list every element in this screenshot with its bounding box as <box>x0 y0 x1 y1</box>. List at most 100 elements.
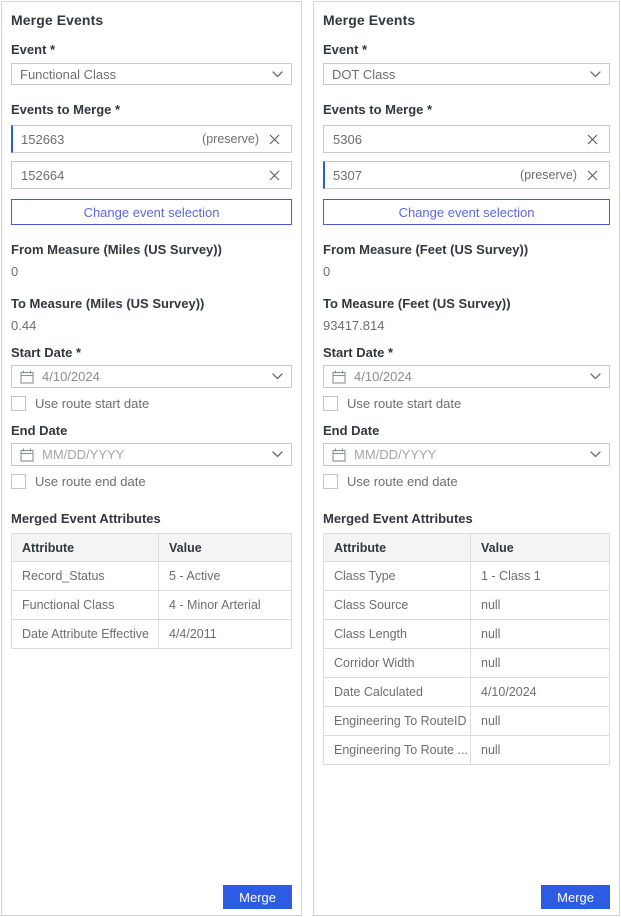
events-to-merge-label: Events to Merge * <box>11 102 292 117</box>
use-route-start-date-label: Use route start date <box>347 396 461 411</box>
table-header-row: Attribute Value <box>12 534 292 562</box>
use-route-start-date-label: Use route start date <box>35 396 149 411</box>
preserve-tag: (preserve) <box>520 168 577 182</box>
attribute-cell: Class Type <box>324 562 471 591</box>
attribute-cell: Class Length <box>324 620 471 649</box>
calendar-icon <box>20 448 34 462</box>
remove-event-icon[interactable] <box>266 167 282 183</box>
calendar-icon <box>332 370 346 384</box>
value-cell: null <box>471 649 610 678</box>
attribute-cell: Date Attribute Effective <box>12 620 159 649</box>
use-route-end-date-option[interactable]: Use route end date <box>11 474 292 489</box>
merge-events-workspace: Merge Events Event * Functional Class Ev… <box>0 0 621 917</box>
to-measure-label: To Measure (Feet (US Survey)) <box>323 296 610 311</box>
attribute-cell: Functional Class <box>12 591 159 620</box>
table-row: Date Calculated 4/10/2024 <box>324 678 610 707</box>
change-event-selection-button[interactable]: Change event selection <box>11 199 292 225</box>
use-route-end-date-option[interactable]: Use route end date <box>323 474 610 489</box>
chevron-down-icon <box>590 373 601 380</box>
merge-button[interactable]: Merge <box>223 885 292 909</box>
end-date-label: End Date <box>11 423 292 438</box>
value-cell: null <box>471 591 610 620</box>
table-row: Class Length null <box>324 620 610 649</box>
event-label: Event * <box>11 42 292 57</box>
attribute-cell: Class Source <box>324 591 471 620</box>
value-cell: 5 - Active <box>159 562 292 591</box>
end-date-input[interactable]: MM/DD/YYYY <box>323 443 610 466</box>
attribute-cell: Corridor Width <box>324 649 471 678</box>
column-header-value: Value <box>159 534 292 562</box>
use-route-start-date-checkbox[interactable] <box>323 396 338 411</box>
chevron-down-icon <box>590 451 601 458</box>
calendar-icon <box>332 448 346 462</box>
remove-event-icon[interactable] <box>266 131 282 147</box>
value-cell: null <box>471 707 610 736</box>
page-title: Merge Events <box>323 12 610 28</box>
chevron-down-icon <box>272 71 283 78</box>
chevron-down-icon <box>272 451 283 458</box>
value-cell: 4 - Minor Arterial <box>159 591 292 620</box>
event-id-value: 152663 <box>21 132 202 147</box>
preserve-tag: (preserve) <box>202 132 259 146</box>
to-measure-value: 0.44 <box>11 318 292 333</box>
value-cell: 1 - Class 1 <box>471 562 610 591</box>
use-route-end-date-label: Use route end date <box>347 474 458 489</box>
table-header-row: Attribute Value <box>324 534 610 562</box>
event-to-merge-row: 152664 <box>11 161 292 189</box>
end-date-placeholder: MM/DD/YYYY <box>42 447 272 462</box>
to-measure-value: 93417.814 <box>323 318 610 333</box>
merge-button[interactable]: Merge <box>541 885 610 909</box>
end-date-input[interactable]: MM/DD/YYYY <box>11 443 292 466</box>
merge-events-panel-right: Merge Events Event * DOT Class Events to… <box>313 1 620 916</box>
merge-events-panel-left: Merge Events Event * Functional Class Ev… <box>1 1 302 916</box>
table-row: Class Type 1 - Class 1 <box>324 562 610 591</box>
table-row: Class Source null <box>324 591 610 620</box>
chevron-down-icon <box>590 71 601 78</box>
remove-event-icon[interactable] <box>584 167 600 183</box>
table-row: Corridor Width null <box>324 649 610 678</box>
attribute-cell: Engineering To Route ... <box>324 736 471 765</box>
event-label: Event * <box>323 42 610 57</box>
merged-attributes-table: Attribute Value Record_Status 5 - Active… <box>11 533 292 649</box>
merged-event-attributes-title: Merged Event Attributes <box>11 511 292 526</box>
event-id-value: 5307 <box>333 168 520 183</box>
calendar-icon <box>20 370 34 384</box>
event-id-value: 5306 <box>333 132 584 147</box>
attribute-cell: Record_Status <box>12 562 159 591</box>
merged-event-attributes-title: Merged Event Attributes <box>323 511 610 526</box>
event-id-value: 152664 <box>21 168 266 183</box>
value-cell: null <box>471 736 610 765</box>
use-route-start-date-checkbox[interactable] <box>11 396 26 411</box>
event-to-merge-row: 5306 <box>323 125 610 153</box>
use-route-start-date-option[interactable]: Use route start date <box>323 396 610 411</box>
start-date-label: Start Date * <box>323 345 610 360</box>
event-select[interactable]: Functional Class <box>11 63 292 85</box>
value-cell: null <box>471 620 610 649</box>
use-route-end-date-checkbox[interactable] <box>11 474 26 489</box>
attribute-cell: Engineering To RouteID <box>324 707 471 736</box>
to-measure-label: To Measure (Miles (US Survey)) <box>11 296 292 311</box>
event-to-merge-row: 152663 (preserve) <box>11 125 292 153</box>
column-header-attribute: Attribute <box>12 534 159 562</box>
value-cell: 4/10/2024 <box>471 678 610 707</box>
use-route-end-date-checkbox[interactable] <box>323 474 338 489</box>
value-cell: 4/4/2011 <box>159 620 292 649</box>
remove-event-icon[interactable] <box>584 131 600 147</box>
merged-attributes-table: Attribute Value Class Type 1 - Class 1 C… <box>323 533 610 765</box>
chevron-down-icon <box>272 373 283 380</box>
event-select[interactable]: DOT Class <box>323 63 610 85</box>
start-date-input[interactable]: 4/10/2024 <box>11 365 292 388</box>
start-date-value: 4/10/2024 <box>354 369 590 384</box>
use-route-start-date-option[interactable]: Use route start date <box>11 396 292 411</box>
table-row: Engineering To RouteID null <box>324 707 610 736</box>
change-event-selection-button[interactable]: Change event selection <box>323 199 610 225</box>
table-row: Record_Status 5 - Active <box>12 562 292 591</box>
end-date-label: End Date <box>323 423 610 438</box>
from-measure-value: 0 <box>11 264 292 279</box>
attribute-cell: Date Calculated <box>324 678 471 707</box>
start-date-input[interactable]: 4/10/2024 <box>323 365 610 388</box>
from-measure-value: 0 <box>323 264 610 279</box>
table-row: Functional Class 4 - Minor Arterial <box>12 591 292 620</box>
table-row: Date Attribute Effective 4/4/2011 <box>12 620 292 649</box>
table-row: Engineering To Route ... null <box>324 736 610 765</box>
